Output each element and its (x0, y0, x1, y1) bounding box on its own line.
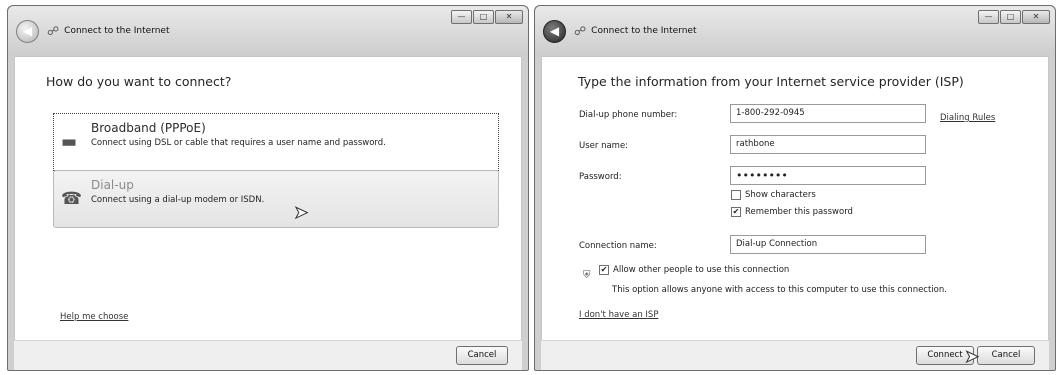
dialing-rules-link[interactable]: Dialing Rules (940, 113, 995, 123)
phone-number-field[interactable]: 1-800-292-0945 (730, 104, 926, 123)
network-icon: ☍ (574, 24, 587, 38)
window-title: Connect to the Internet (591, 26, 697, 36)
back-arrow-icon: ◀ (549, 24, 560, 38)
connect-window-right: ◀ ☍ Connect to the Internet — □ ✕ Type t… (534, 5, 1056, 371)
checkbox-box (731, 190, 741, 200)
back-arrow-icon: ◀ (22, 24, 33, 38)
option-title: Dial-up (91, 178, 134, 192)
dialup-modem-icon: ☎ (61, 189, 83, 209)
connect-window-left: ◀ ☍ Connect to the Internet — □ ✕ How do… (7, 5, 529, 371)
minimize-button[interactable]: — (451, 10, 472, 24)
broadband-modem-icon: ▬ (61, 132, 78, 152)
wizard-content: How do you want to connect? ▬ Broadband … (14, 56, 522, 341)
button-bar: Connect Cancel ➤ (541, 340, 1049, 370)
broadband-option[interactable]: ▬ Broadband (PPPoE) Connect using DSL or… (53, 113, 499, 171)
maximize-button[interactable]: □ (473, 10, 494, 24)
allow-others-checkbox[interactable]: ✔ Allow other people to use this connect… (599, 265, 789, 275)
password-field[interactable]: •••••••• (730, 166, 926, 185)
shield-icon: ⛨ (583, 270, 591, 281)
page-heading: Type the information from your Internet … (578, 74, 964, 89)
option-description: Connect using a dial-up modem or ISDN. (91, 195, 265, 205)
connection-name-label: Connection name: (579, 241, 657, 251)
page-heading: How do you want to connect? (46, 74, 232, 89)
back-button[interactable]: ◀ (16, 19, 39, 43)
dialup-option[interactable]: ☎ Dial-up Connect using a dial-up modem … (53, 170, 499, 228)
network-icon: ☍ (47, 24, 60, 38)
button-bar: Cancel (14, 340, 522, 370)
mouse-cursor-icon: ➤ (964, 347, 979, 368)
help-me-choose-link[interactable]: Help me choose (60, 312, 128, 322)
caption-buttons: — □ ✕ (450, 10, 523, 24)
remember-password-checkbox[interactable]: ✔ Remember this password (731, 207, 853, 217)
check-mark-icon: ✔ (599, 265, 609, 275)
cancel-button[interactable]: Cancel (456, 346, 508, 365)
maximize-button[interactable]: □ (1000, 10, 1021, 24)
back-button[interactable]: ◀ (543, 19, 566, 43)
phone-number-label: Dial-up phone number: (579, 110, 678, 120)
minimize-button[interactable]: — (978, 10, 999, 24)
checkbox-label: Remember this password (745, 207, 853, 217)
password-label: Password: (579, 172, 622, 182)
window-title: Connect to the Internet (64, 26, 170, 36)
mouse-cursor-icon: ➤ (293, 203, 309, 224)
close-button[interactable]: ✕ (495, 10, 523, 24)
connection-name-field[interactable]: Dial-up Connection (730, 235, 926, 254)
caption-buttons: — □ ✕ (977, 10, 1050, 24)
allow-others-note: This option allows anyone with access to… (612, 285, 947, 295)
no-isp-link[interactable]: I don't have an ISP (579, 310, 658, 320)
option-title: Broadband (PPPoE) (91, 121, 206, 135)
wizard-content: Type the information from your Internet … (541, 56, 1049, 341)
show-characters-checkbox[interactable]: Show characters (731, 190, 816, 200)
option-description: Connect using DSL or cable that requires… (91, 138, 386, 148)
check-mark-icon: ✔ (731, 207, 741, 217)
user-name-field[interactable]: rathbone (730, 135, 926, 154)
close-button[interactable]: ✕ (1022, 10, 1050, 24)
user-name-label: User name: (579, 141, 629, 151)
checkbox-label: Allow other people to use this connectio… (613, 265, 790, 275)
cancel-button[interactable]: Cancel (977, 346, 1035, 365)
checkbox-label: Show characters (745, 190, 816, 200)
